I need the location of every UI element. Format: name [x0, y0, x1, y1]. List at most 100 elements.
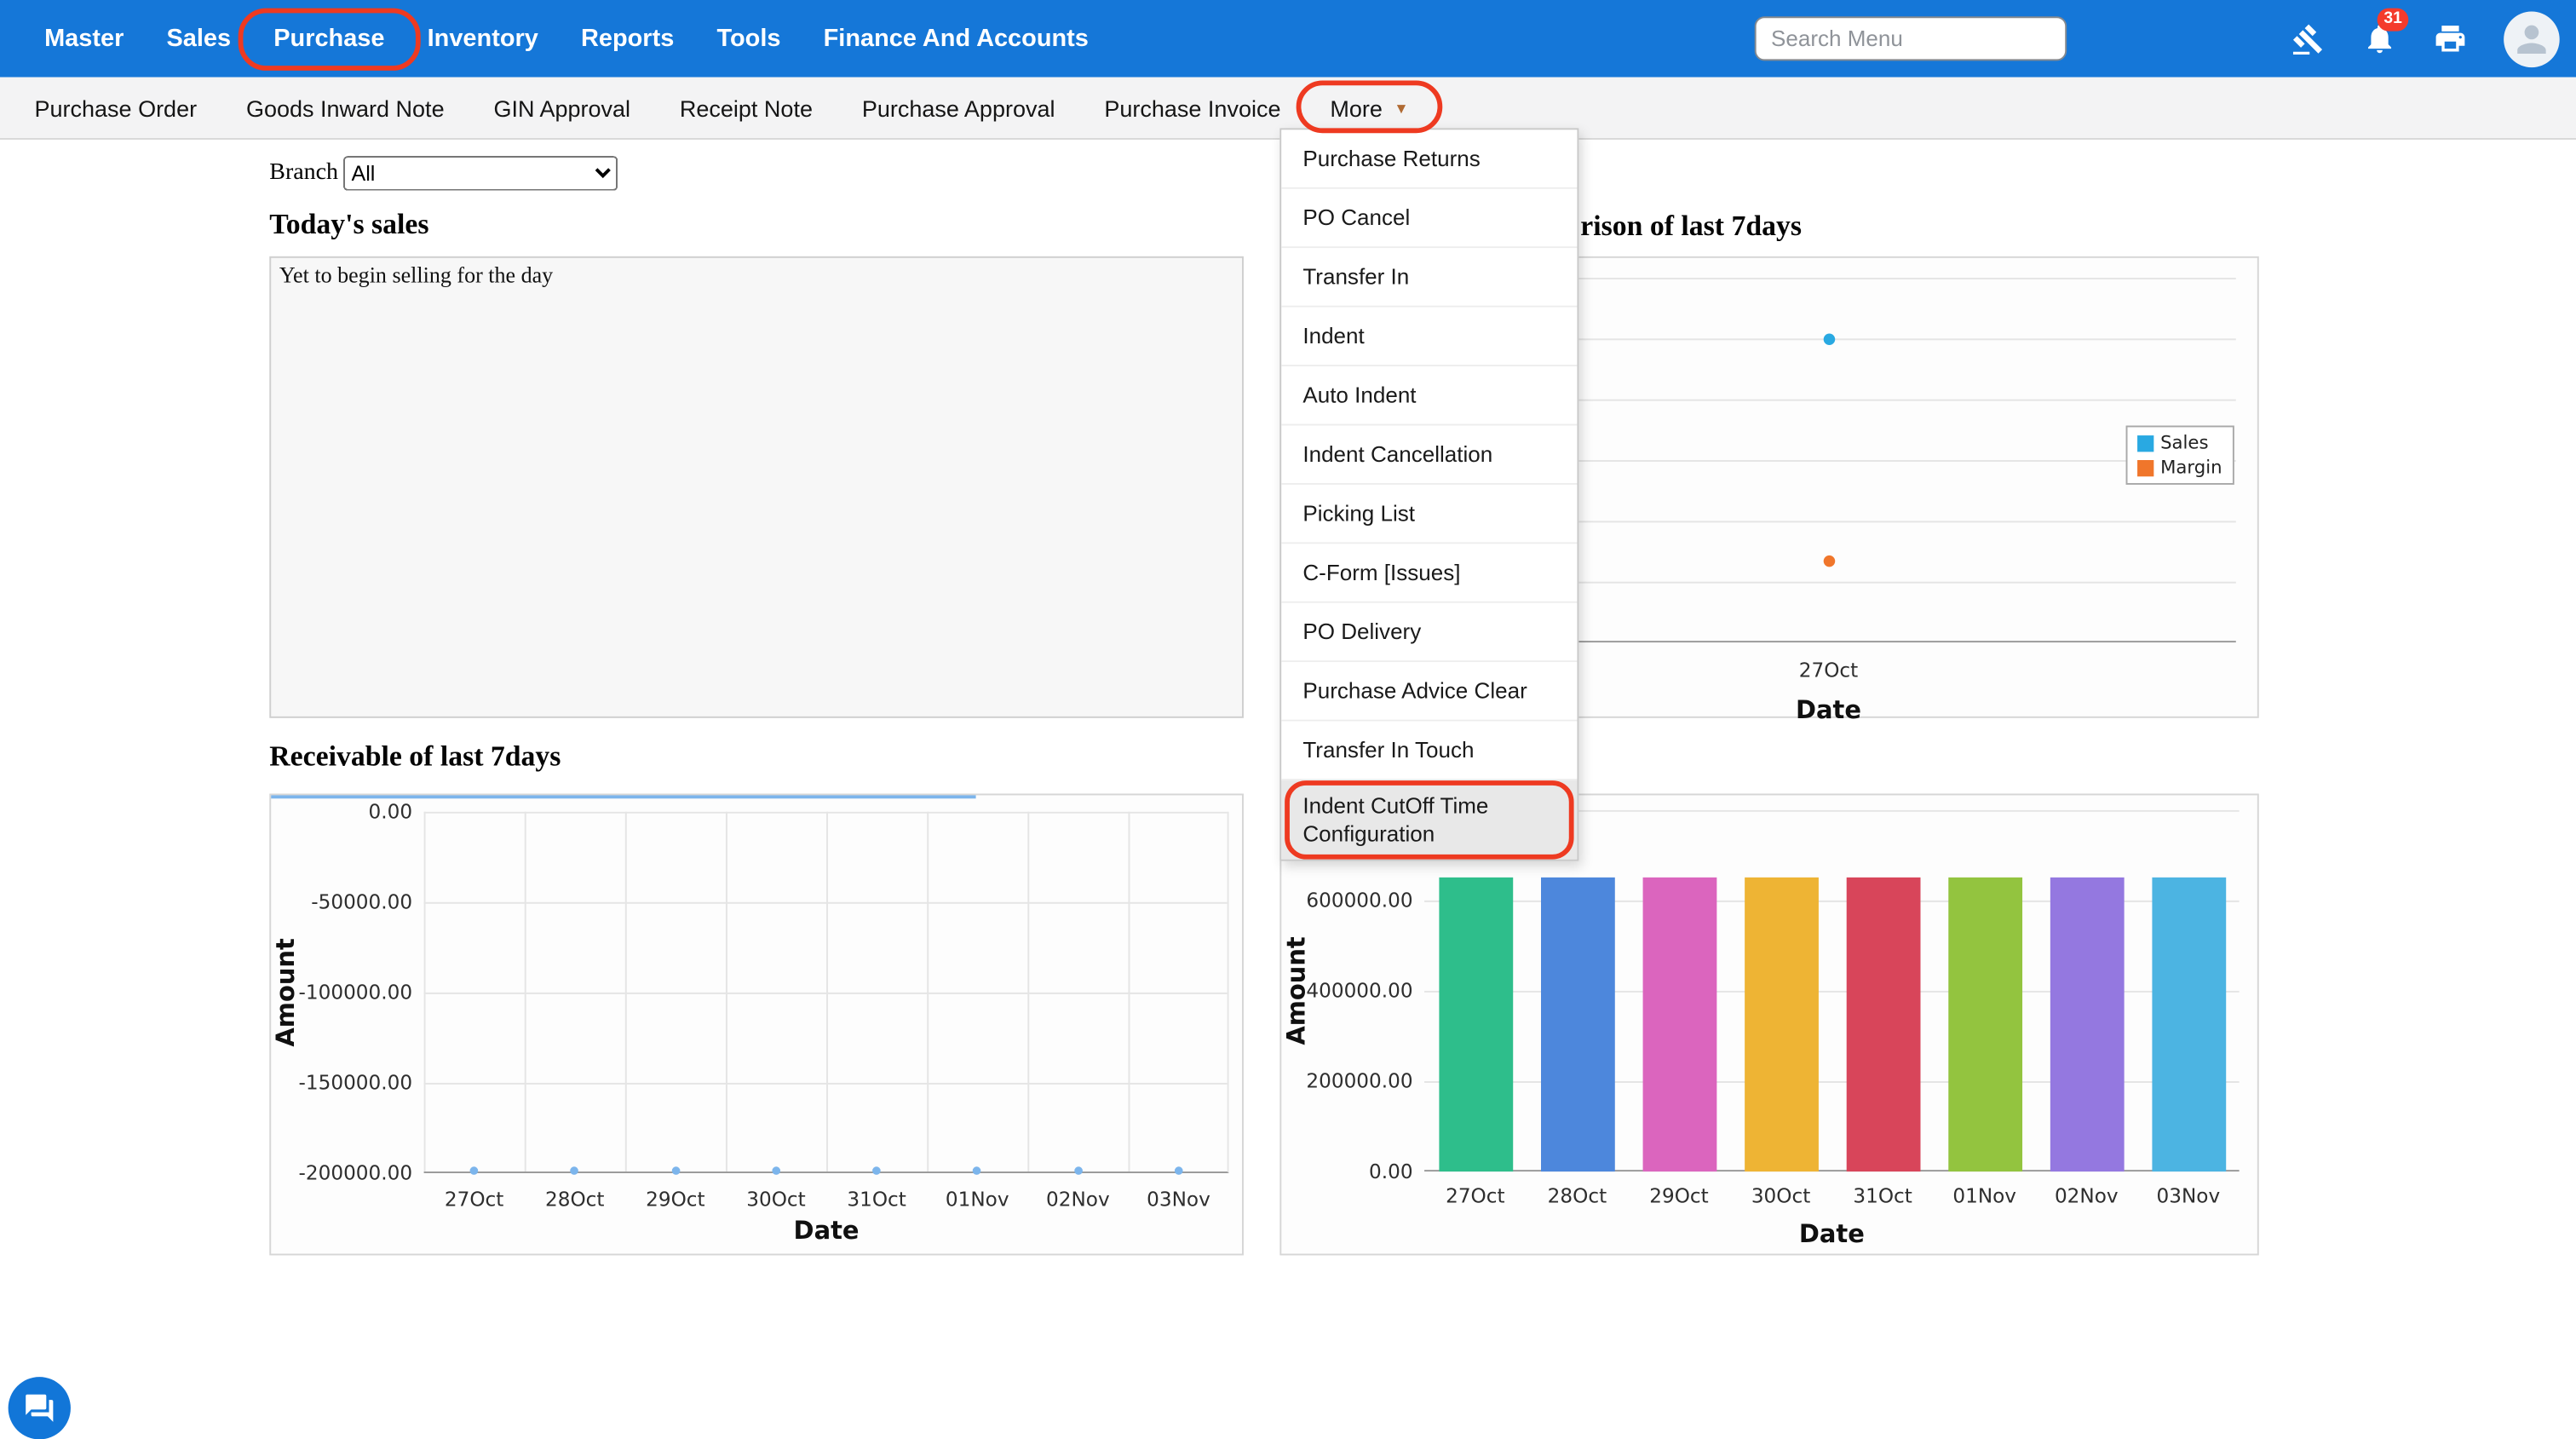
y-tick-label: 0.00	[271, 800, 412, 823]
x-tick-label: 03Nov	[1128, 1188, 1230, 1211]
avatar-icon[interactable]	[2504, 11, 2560, 67]
secondary-nav-item-gin-approval[interactable]: GIN Approval	[469, 78, 655, 138]
secondary-nav-item-purchase-invoice[interactable]: Purchase Invoice	[1079, 78, 1305, 138]
secondary-nav-item-more[interactable]: More ▼	[1305, 78, 1433, 138]
x-tick-label: 28Oct	[524, 1188, 626, 1211]
y-axis-title: Amount	[1281, 867, 1311, 1114]
notification-badge: 31	[2378, 8, 2409, 31]
x-tick-label: 02Nov	[2035, 1184, 2137, 1207]
menu-item-indent[interactable]: Indent	[1281, 308, 1577, 366]
branch-selector-row: Branch All	[269, 156, 618, 190]
top-icons: 31	[2257, 19, 2470, 58]
x-tick-label: 03Nov	[2137, 1184, 2240, 1207]
chat-bubble-icon[interactable]	[9, 1377, 71, 1439]
top-nav-item-tools[interactable]: Tools	[695, 0, 802, 78]
x-tick-label: 31Oct	[825, 1188, 928, 1211]
menu-item-transfer-in[interactable]: Transfer In	[1281, 248, 1577, 307]
gavel-icon[interactable]	[2288, 19, 2327, 58]
x-tick-label: 28Oct	[1527, 1184, 1629, 1207]
y-tick-label: -200000.00	[271, 1161, 412, 1184]
menu-item-indent-cancellation[interactable]: Indent Cancellation	[1281, 425, 1577, 484]
top-nav-item-reports[interactable]: Reports	[560, 0, 695, 78]
secondary-nav-item-purchase-order[interactable]: Purchase Order	[10, 78, 221, 138]
x-axis-title: Date	[1424, 1219, 2240, 1249]
search-input[interactable]	[1755, 16, 2067, 60]
secondary-nav-label: GIN Approval	[493, 95, 630, 121]
menu-item-indent-cutoff-time-configuration[interactable]: Indent CutOff Time Configuration	[1281, 780, 1577, 860]
x-tick-label: 29Oct	[1628, 1184, 1730, 1207]
bar-27oct	[1438, 878, 1512, 1171]
bar-28oct	[1540, 878, 1614, 1171]
data-point-marker	[872, 1166, 881, 1175]
data-point-margin	[1823, 555, 1835, 567]
top-nav-items: MasterSalesPurchaseInventoryReportsTools…	[0, 0, 1110, 78]
top-nav-item-purchase[interactable]: Purchase	[252, 0, 405, 78]
x-tick-label: 29Oct	[624, 1188, 727, 1211]
comparison-chart-title-partial: rison of last 7days	[1580, 209, 1802, 243]
secondary-nav-item-goods-inward-note[interactable]: Goods Inward Note	[221, 78, 469, 138]
chevron-down-icon: ▼	[1394, 100, 1408, 116]
bar-01nov	[1947, 878, 2021, 1171]
x-tick-label: 27Oct	[423, 1188, 526, 1211]
today-sales-empty-text: Yet to begin selling for the day	[279, 263, 553, 288]
x-tick-label: 30Oct	[1730, 1184, 1832, 1207]
today-sales-panel: Yet to begin selling for the day	[269, 256, 1244, 718]
legend-item-margin: Margin	[2137, 457, 2222, 478]
bell-icon[interactable]: 31	[2359, 19, 2398, 58]
x-tick-label: 27Oct	[1778, 659, 1880, 682]
bar-29oct	[1642, 878, 1716, 1171]
menu-item-c-form-issues[interactable]: C-Form [Issues]	[1281, 544, 1577, 602]
top-nav-item-sales[interactable]: Sales	[145, 0, 252, 78]
secondary-nav-label: Purchase Invoice	[1104, 95, 1280, 121]
today-sales-title: Today's sales	[269, 207, 428, 242]
secondary-nav-item-purchase-approval[interactable]: Purchase Approval	[837, 78, 1080, 138]
data-point-marker	[571, 1166, 579, 1175]
y-tick-label: 0.00	[1281, 1160, 1412, 1183]
menu-item-purchase-returns[interactable]: Purchase Returns	[1281, 130, 1577, 188]
secondary-nav-label: More	[1330, 95, 1383, 121]
printer-icon[interactable]	[2429, 19, 2469, 58]
x-tick-label: 01Nov	[1934, 1184, 2036, 1207]
bar-03nov	[2151, 878, 2225, 1171]
data-point-marker	[470, 1166, 479, 1175]
secondary-nav-label: Goods Inward Note	[246, 95, 445, 121]
bar-02nov	[2050, 878, 2124, 1171]
secondary-nav-label: Purchase Order	[34, 95, 197, 121]
bar-30oct	[1744, 878, 1818, 1171]
data-point-marker	[973, 1166, 981, 1175]
branch-select[interactable]: All	[343, 156, 618, 190]
x-axis-title: Date	[424, 1216, 1229, 1246]
secondary-nav-item-receipt-note[interactable]: Receipt Note	[655, 78, 837, 138]
menu-item-purchase-advice-clear[interactable]: Purchase Advice Clear	[1281, 662, 1577, 721]
receivable-plot-area	[424, 812, 1229, 1173]
bar-31oct	[1846, 878, 1920, 1171]
top-nav-item-finance-and-accounts[interactable]: Finance And Accounts	[802, 0, 1110, 78]
receivable-chart: 0.00-50000.00-100000.00-150000.00-200000…	[269, 793, 1244, 1255]
menu-item-transfer-in-touch[interactable]: Transfer In Touch	[1281, 722, 1577, 780]
data-point-marker	[1175, 1166, 1183, 1175]
receivable-chart-title: Receivable of last 7days	[269, 740, 561, 774]
legend-swatch	[2137, 435, 2153, 451]
legend-label: Sales	[2160, 432, 2208, 453]
chart-legend: Sales Margin	[2126, 425, 2234, 484]
data-point-marker	[1074, 1166, 1083, 1175]
top-right-tools: 31	[1755, 11, 2576, 67]
daily-sales-bar-chart: 600000.00400000.00200000.000.0027Oct28Oc…	[1279, 793, 2258, 1255]
x-tick-label: 01Nov	[926, 1188, 1028, 1211]
legend-swatch	[2137, 459, 2153, 475]
app-window: MasterSalesPurchaseInventoryReportsTools…	[0, 0, 2576, 1435]
menu-item-picking-list[interactable]: Picking List	[1281, 485, 1577, 544]
more-dropdown-menu: Purchase ReturnsPO CancelTransfer InInde…	[1279, 128, 1578, 861]
menu-item-po-delivery[interactable]: PO Delivery	[1281, 603, 1577, 662]
menu-item-auto-indent[interactable]: Auto Indent	[1281, 366, 1577, 425]
top-nav-item-inventory[interactable]: Inventory	[406, 0, 560, 78]
top-nav: MasterSalesPurchaseInventoryReportsTools…	[0, 0, 2576, 78]
x-tick-label: 02Nov	[1027, 1188, 1130, 1211]
legend-item-sales: Sales	[2137, 432, 2222, 453]
top-nav-item-master[interactable]: Master	[23, 0, 145, 78]
data-point-marker	[772, 1166, 780, 1175]
x-tick-label: 27Oct	[1424, 1184, 1527, 1207]
x-tick-label: 31Oct	[1831, 1184, 1934, 1207]
menu-item-po-cancel[interactable]: PO Cancel	[1281, 189, 1577, 248]
y-axis-title: Amount	[271, 869, 301, 1115]
